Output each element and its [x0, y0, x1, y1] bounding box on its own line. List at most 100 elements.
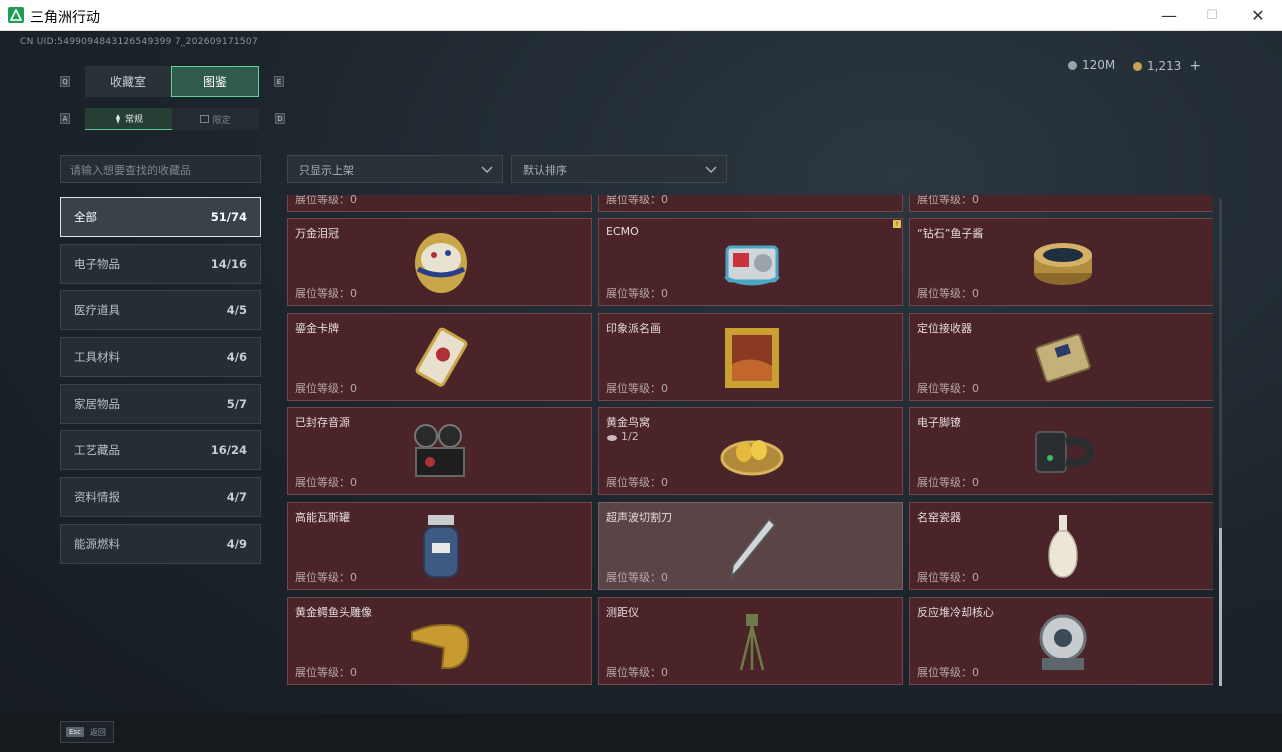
category-all[interactable]: 全部 51/74: [60, 197, 261, 237]
card-icon: [415, 327, 468, 387]
collection-card[interactable]: 超声波切割刀 展位等级：0: [598, 502, 903, 590]
collection-card[interactable]: 高能瓦斯罐 展位等级：0: [287, 502, 592, 590]
money-amount: 120M: [1082, 58, 1116, 72]
back-button[interactable]: Esc 返回: [60, 721, 114, 743]
category-medical[interactable]: 医疗道具 4/5: [60, 290, 261, 331]
card-name: 万金泪冠: [295, 227, 339, 240]
category-household[interactable]: 家居物品 5/7: [60, 383, 261, 424]
sort-dropdown[interactable]: 默认排序: [511, 155, 727, 183]
sort-value: 默认排序: [523, 164, 567, 177]
card-level: 展位等级：0: [606, 287, 668, 300]
maximize-button[interactable]: ☐: [1189, 0, 1235, 31]
window-titlebar: 三角洲行动 — ☐ ✕: [0, 0, 1282, 31]
card-name: 鎏金卡牌: [295, 322, 339, 335]
knife-icon: [729, 517, 777, 580]
category-count: 4/7: [226, 490, 247, 505]
collection-card[interactable]: 黄金鸟窝 1/2 展位等级：0: [598, 407, 903, 495]
card-name: 定位接收器: [917, 322, 972, 335]
coin-amount: 1,213: [1147, 59, 1182, 73]
category-label: 家居物品: [74, 396, 120, 411]
limited-tab-icon: [200, 115, 210, 123]
category-label: 资料情报: [74, 490, 120, 505]
caviar-icon: [1034, 243, 1092, 285]
collection-card[interactable]: “钻石”鱼子酱 展位等级：0: [909, 218, 1213, 306]
category-intel[interactable]: 资料情报 4/7: [60, 477, 261, 518]
card-name: 测距仪: [606, 606, 639, 619]
category-label: 工具材料: [74, 350, 120, 365]
rangefinder-icon: [739, 614, 765, 671]
category-label: 工艺藏品: [74, 443, 120, 458]
category-label: 电子物品: [74, 256, 120, 271]
card-level: 展位等级：0: [295, 666, 357, 679]
new-badge: !: [893, 220, 901, 228]
card-name: 反应堆冷却核心: [917, 606, 994, 619]
card-level: 展位等级：0: [295, 571, 357, 584]
card-level: 展位等级：0: [295, 287, 357, 300]
collection-card[interactable]: 定位接收器 展位等级：0: [909, 313, 1213, 401]
chevron-down-icon: [705, 166, 717, 174]
collection-card[interactable]: 反应堆冷却核心 展位等级：0: [909, 597, 1213, 685]
collection-card[interactable]: 万金泪冠 展位等级：0: [287, 218, 592, 306]
collection-card[interactable]: ECMO ! 展位等级：0: [598, 218, 903, 306]
tab-limited-label: 限定: [212, 115, 231, 126]
key-hint-a: A: [60, 113, 70, 124]
category-count: 5/7: [226, 396, 247, 411]
croc-icon: [411, 623, 470, 669]
key-hint-e: E: [274, 76, 284, 87]
chevron-down-icon: [481, 166, 493, 174]
card-level: 展位等级：0: [917, 571, 979, 584]
category-count: 14/16: [210, 256, 247, 271]
shelf-filter-dropdown[interactable]: 只显示上架: [287, 155, 503, 183]
category-energy[interactable]: 能源燃料 4/9: [60, 523, 261, 564]
card-level: 展位等级：0: [917, 382, 979, 395]
esc-key-hint: Esc: [66, 727, 84, 737]
category-electronics[interactable]: 电子物品 14/16: [60, 243, 261, 284]
tab-limited[interactable]: 限定: [172, 108, 259, 130]
collection-card[interactable]: 展位等级：0: [598, 195, 903, 212]
collection-card[interactable]: 展位等级：0: [287, 195, 592, 212]
tab-collection-room[interactable]: 收藏室: [85, 66, 171, 97]
money-coin-icon: [1068, 60, 1077, 70]
tab-regular[interactable]: 常规: [85, 108, 172, 130]
category-tools[interactable]: 工具材料 4/6: [60, 337, 261, 378]
card-level: 展位等级：0: [917, 287, 979, 300]
category-count: 4/9: [226, 536, 247, 551]
card-level: 展位等级：0: [295, 476, 357, 489]
collection-card[interactable]: 已封存音源 展位等级：0: [287, 407, 592, 495]
tab-regular-label: 常规: [124, 115, 143, 125]
money-balance: 120M: [1068, 58, 1115, 72]
collection-card[interactable]: 印象派名画 展位等级：0: [598, 313, 903, 401]
add-coins-button[interactable]: +: [1189, 58, 1201, 74]
card-level: 展位等级：0: [917, 476, 979, 489]
regular-tab-icon: [115, 113, 120, 124]
collection-card[interactable]: 黄金鳄鱼头雕像 展位等级：0: [287, 597, 592, 685]
gold-coin-icon: [1133, 61, 1142, 71]
search-input[interactable]: 请输入想要查找的收藏品: [60, 155, 261, 183]
collection-card[interactable]: 展位等级：0: [909, 195, 1213, 212]
grid-scrollbar-thumb[interactable]: [1219, 528, 1222, 686]
anklet-icon: [1035, 431, 1095, 473]
close-button[interactable]: ✕: [1235, 0, 1281, 31]
collection-grid: 展位等级：0 展位等级：0 展位等级：0 万金泪冠 展位等级：0 ECMO ! …: [287, 195, 1213, 688]
receiver-icon: [1035, 333, 1091, 383]
reactor-icon: [1039, 614, 1087, 670]
tab-codex[interactable]: 图鉴: [171, 66, 259, 97]
collection-card[interactable]: 测距仪 展位等级：0: [598, 597, 903, 685]
category-label: 能源燃料: [74, 536, 120, 551]
vase-icon: [1048, 515, 1078, 578]
sub-tabs: 常规 限定: [85, 108, 259, 130]
collection-card[interactable]: 电子脚镣 展位等级：0: [909, 407, 1213, 495]
app-logo-icon: [8, 7, 24, 23]
card-name: 名窑瓷器: [917, 511, 961, 524]
collection-card[interactable]: 名窑瓷器 展位等级：0: [909, 502, 1213, 590]
painting-icon: [725, 328, 779, 388]
category-crafts[interactable]: 工艺藏品 16/24: [60, 430, 261, 471]
gas-tank-icon: [423, 515, 459, 578]
nest-icon: [720, 440, 784, 476]
card-name: ECMO: [606, 225, 639, 238]
collection-card[interactable]: 鎏金卡牌 展位等级：0: [287, 313, 592, 401]
category-list: 全部 51/74 电子物品 14/16 医疗道具 4/5 工具材料 4/6 家居物品 5/…: [60, 197, 261, 571]
egg-icon: [415, 233, 467, 293]
shelf-filter-value: 只显示上架: [299, 164, 354, 177]
minimize-button[interactable]: —: [1146, 0, 1192, 31]
